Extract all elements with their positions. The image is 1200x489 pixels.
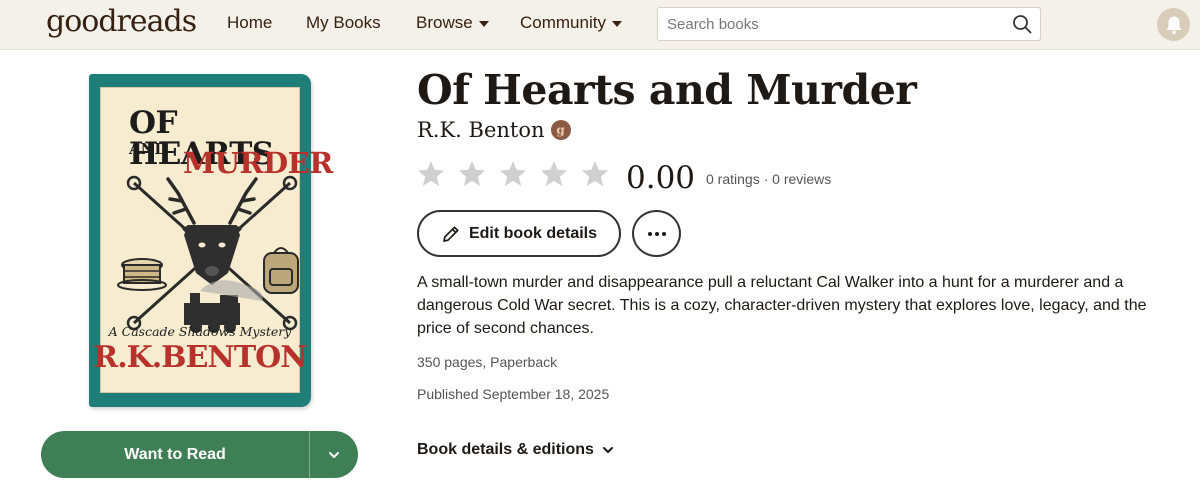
- chevron-down-icon: [602, 447, 613, 453]
- pages-format: 350 pages, Paperback: [417, 354, 558, 370]
- nav-community[interactable]: Community: [520, 13, 622, 33]
- average-rating: 0.00: [626, 160, 696, 196]
- ratings-reviews-count[interactable]: 0 ratings · 0 reviews: [706, 171, 831, 187]
- goodreads-author-badge-icon: g: [550, 120, 571, 140]
- search-box: [657, 7, 1041, 41]
- star-icon[interactable]: [539, 159, 569, 189]
- cover-subtitle: A Cascade Shadows Mystery: [108, 324, 292, 339]
- nav-browse-label: Browse: [416, 13, 473, 32]
- nav-home[interactable]: Home: [227, 13, 272, 33]
- nav-browse[interactable]: Browse: [416, 13, 489, 33]
- cover-illustration: [117, 175, 299, 333]
- shelf-dropdown-button[interactable]: [310, 431, 358, 478]
- chevron-down-icon: [329, 451, 339, 458]
- pencil-icon: [443, 225, 459, 242]
- edit-book-details-label: Edit book details: [468, 224, 597, 242]
- nav-community-label: Community: [520, 13, 606, 32]
- caret-down-icon: [478, 21, 489, 27]
- star-icon[interactable]: [580, 159, 610, 189]
- book-details-editions-toggle[interactable]: Book details & editions: [417, 441, 614, 459]
- goodreads-logo[interactable]: goodreads: [46, 4, 197, 39]
- rating-stars[interactable]: [416, 159, 610, 189]
- book-details-editions-label: Book details & editions: [417, 441, 594, 458]
- cover-title-line-2: AND: [129, 140, 168, 158]
- book-title: Of Hearts and Murder: [417, 66, 917, 114]
- search-icon[interactable]: [1012, 14, 1032, 34]
- nav-my-books-label: My Books: [306, 13, 381, 32]
- nav-my-books[interactable]: My Books: [306, 13, 381, 33]
- top-navigation-bar: goodreads Home My Books Browse Community: [0, 0, 1200, 50]
- star-icon[interactable]: [498, 159, 528, 189]
- star-icon[interactable]: [416, 159, 446, 189]
- publication-date: Published September 18, 2025: [417, 386, 610, 402]
- caret-down-icon: [611, 21, 622, 27]
- more-options-button[interactable]: [632, 210, 681, 257]
- nav-home-label: Home: [227, 13, 273, 32]
- cover-author: R.K.BENTON: [93, 340, 307, 375]
- book-cover[interactable]: OF HEARTS AND MURDER A Cascade Shadows M…: [89, 74, 333, 407]
- want-to-read-control: Want to Read: [41, 431, 358, 478]
- bell-icon: [1166, 16, 1181, 34]
- want-to-read-button[interactable]: Want to Read: [41, 431, 310, 478]
- search-input[interactable]: [658, 8, 998, 40]
- book-description: A small-town murder and disappearance pu…: [417, 274, 1147, 337]
- star-icon[interactable]: [457, 159, 487, 189]
- author-line: R.K. Benton g: [417, 118, 571, 142]
- notifications-bell-button[interactable]: [1157, 8, 1190, 41]
- more-horizontal-icon: [647, 231, 666, 236]
- author-link[interactable]: R.K. Benton: [417, 118, 545, 142]
- edit-book-details-button[interactable]: Edit book details: [417, 210, 621, 257]
